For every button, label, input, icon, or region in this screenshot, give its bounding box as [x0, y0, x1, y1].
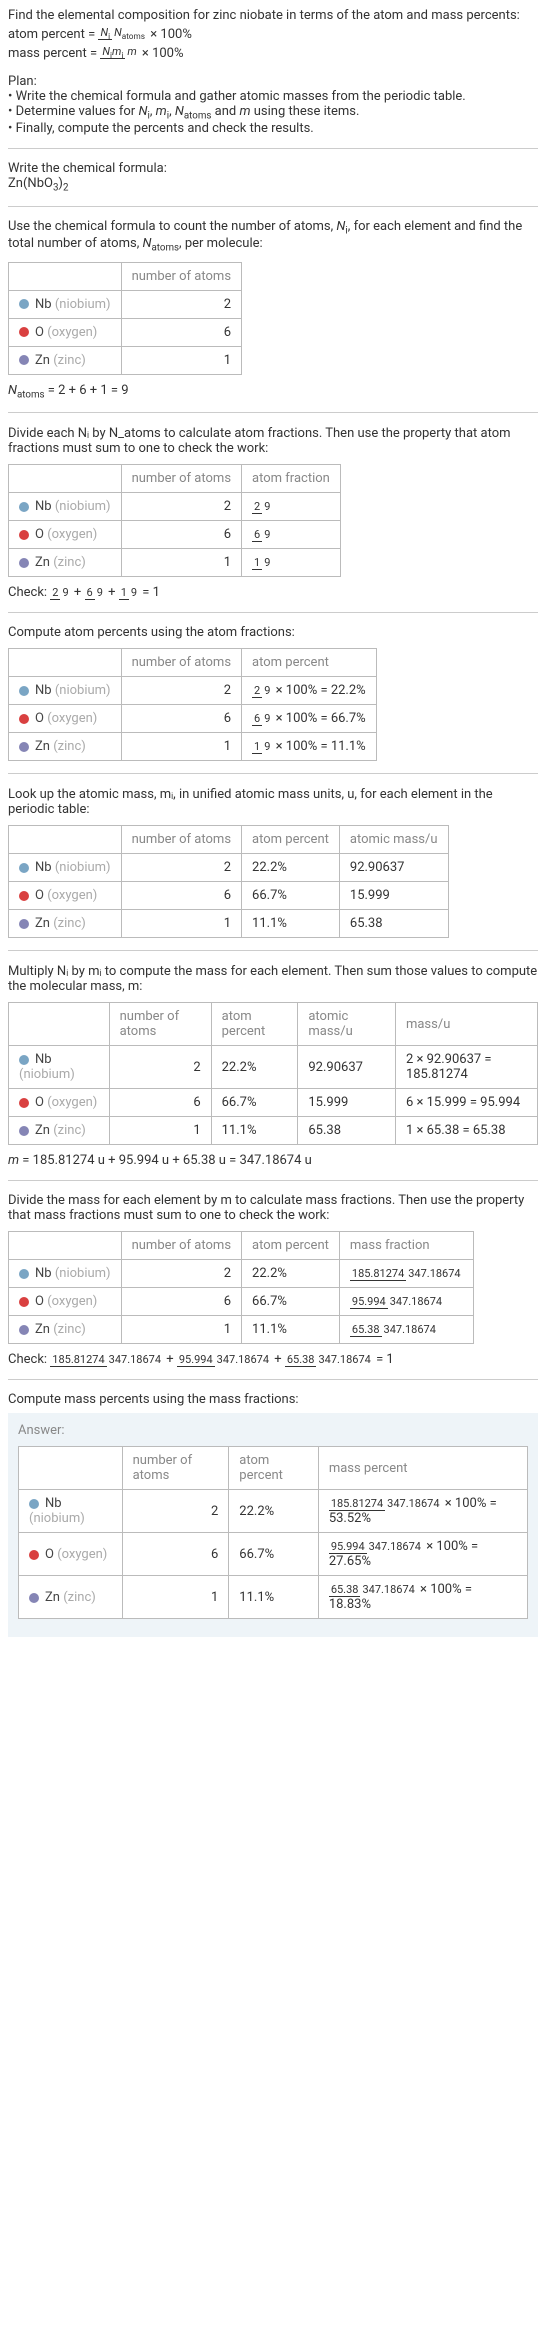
table-row: O (oxygen) 6 69 — [9, 521, 341, 549]
divider — [8, 412, 538, 413]
atom-fraction-check: Check: 29 + 69 + 19 = 1 — [8, 585, 538, 600]
element-dot-icon — [19, 714, 29, 724]
intro-section: Find the elemental composition for zinc … — [8, 8, 538, 62]
header-count: number of atoms — [121, 262, 241, 290]
mass-fraction-table: number of atoms atom percent mass fracti… — [8, 1231, 474, 1344]
intro-text: Find the elemental composition for zinc … — [8, 8, 538, 23]
table-row: O (oxygen) 6 66.7% 15.999 6 × 15.999 = 9… — [9, 1089, 538, 1117]
atom-percent-text: Compute atom percents using the atom fra… — [8, 625, 538, 640]
element-dot-icon — [19, 530, 29, 540]
plan-bullet-3: • Finally, compute the percents and chec… — [8, 121, 538, 136]
divider — [8, 1379, 538, 1380]
answer-box: Answer: number of atoms atom percent mas… — [8, 1413, 538, 1637]
mass-total: m = 185.81274 u + 95.994 u + 65.38 u = 3… — [8, 1153, 538, 1168]
divider — [8, 612, 538, 613]
table-row: Nb (niobium) 2 — [9, 290, 242, 318]
table-row: O (oxygen) 6 66.7% 95.994347.18674 — [9, 1288, 474, 1316]
atomic-mass-text: Look up the atomic mass, mᵢ, in unified … — [8, 786, 538, 817]
element-dot-icon — [19, 355, 29, 365]
table-header-row: number of atoms — [9, 262, 242, 290]
mass-fraction-text: Divide the mass for each element by m to… — [8, 1193, 538, 1223]
table-row: Nb (niobium) 2 22.2% 185.81274347.18674 … — [19, 1490, 528, 1533]
element-dot-icon — [19, 1055, 29, 1065]
table-row: Nb (niobium) 2 29 — [9, 493, 341, 521]
element-dot-icon — [19, 919, 29, 929]
answer-label: Answer: — [18, 1423, 528, 1438]
mass-fraction-check: Check: 185.81274347.18674 + 95.994347.18… — [8, 1352, 538, 1367]
count-section: Use the chemical formula to count the nu… — [8, 219, 538, 401]
mass-percent-formula: mass percent = Nimim × 100% — [8, 46, 538, 61]
formula-heading: Write the chemical formula: — [8, 161, 538, 176]
atom-percent-table: number of atoms atom percent Nb (niobium… — [8, 648, 377, 761]
divider — [8, 1180, 538, 1181]
mass-fraction-section: Divide the mass for each element by m to… — [8, 1193, 538, 1367]
table-row: Zn (zinc) 1 19 — [9, 549, 341, 577]
table-header-row: number of atoms atom percent mass percen… — [19, 1447, 528, 1490]
answer-table: number of atoms atom percent mass percen… — [18, 1446, 528, 1619]
atomic-mass-table: number of atoms atom percent atomic mass… — [8, 825, 449, 938]
mass-calc-section: Multiply Nᵢ by mᵢ to compute the mass fo… — [8, 963, 538, 1168]
table-row: O (oxygen) 6 — [9, 318, 242, 346]
mass-calc-table: number of atoms atom percent atomic mass… — [8, 1002, 538, 1145]
atom-percent-section: Compute atom percents using the atom fra… — [8, 625, 538, 761]
table-row: Nb (niobium) 2 22.2% 92.90637 — [9, 854, 449, 882]
table-row: Nb (niobium) 2 29 × 100% = 22.2% — [9, 677, 377, 705]
plan-heading: Plan: — [8, 74, 538, 89]
table-row: O (oxygen) 6 66.7% 95.994347.18674 × 100… — [19, 1533, 528, 1576]
table-row: Zn (zinc) 1 11.1% 65.38 1 × 65.38 = 65.3… — [9, 1117, 538, 1145]
table-row: Nb (niobium) 2 22.2% 92.90637 2 × 92.906… — [9, 1046, 538, 1089]
element-dot-icon — [29, 1550, 39, 1560]
element-dot-icon — [19, 686, 29, 696]
mass-percent-section: Compute mass percents using the mass fra… — [8, 1392, 538, 1637]
plan-bullet-1: • Write the chemical formula and gather … — [8, 89, 538, 104]
element-dot-icon — [19, 1098, 29, 1108]
atomic-mass-section: Look up the atomic mass, mᵢ, in unified … — [8, 786, 538, 938]
table-row: Nb (niobium) 2 22.2% 185.81274347.18674 — [9, 1260, 474, 1288]
element-dot-icon — [19, 502, 29, 512]
element-dot-icon — [19, 742, 29, 752]
atom-fraction-text: Divide each Nᵢ by N_atoms to calculate a… — [8, 425, 538, 456]
table-header-row: number of atoms atom percent — [9, 649, 377, 677]
plan-bullet-2: • Determine values for Ni, mi, Natoms an… — [8, 104, 538, 122]
count-table: number of atoms Nb (niobium) 2 O (oxygen… — [8, 262, 242, 375]
table-row: Zn (zinc) 1 11.1% 65.38347.18674 — [9, 1316, 474, 1344]
mass-calc-text: Multiply Nᵢ by mᵢ to compute the mass fo… — [8, 963, 538, 994]
element-dot-icon — [19, 1269, 29, 1279]
table-row: Zn (zinc) 1 11.1% 65.38 — [9, 910, 449, 938]
count-total: Natoms = 2 + 6 + 1 = 9 — [8, 383, 538, 401]
chemical-formula: Zn(NbO3)2 — [8, 176, 538, 194]
table-header-row: number of atoms atom percent mass fracti… — [9, 1232, 474, 1260]
table-row: O (oxygen) 6 66.7% 15.999 — [9, 882, 449, 910]
formula-section: Write the chemical formula: Zn(NbO3)2 — [8, 161, 538, 194]
atom-fraction-section: Divide each Nᵢ by N_atoms to calculate a… — [8, 425, 538, 600]
element-dot-icon — [19, 1325, 29, 1335]
element-dot-icon — [29, 1593, 39, 1603]
element-dot-icon — [19, 299, 29, 309]
count-text: Use the chemical formula to count the nu… — [8, 219, 538, 254]
divider — [8, 950, 538, 951]
divider — [8, 206, 538, 207]
element-dot-icon — [19, 891, 29, 901]
atom-fraction-table: number of atoms atom fraction Nb (niobiu… — [8, 464, 341, 577]
table-row: O (oxygen) 6 69 × 100% = 66.7% — [9, 705, 377, 733]
table-row: Zn (zinc) 1 — [9, 346, 242, 374]
element-dot-icon — [19, 558, 29, 568]
mass-percent-text: Compute mass percents using the mass fra… — [8, 1392, 538, 1407]
plan-section: Plan: • Write the chemical formula and g… — [8, 74, 538, 137]
element-dot-icon — [19, 327, 29, 337]
table-header-row: number of atoms atom percent atomic mass… — [9, 1003, 538, 1046]
divider — [8, 148, 538, 149]
element-dot-icon — [19, 1297, 29, 1307]
atom-percent-formula: atom percent = NiNatoms × 100% — [8, 27, 538, 42]
table-row: Zn (zinc) 1 11.1% 65.38347.18674 × 100% … — [19, 1576, 528, 1619]
table-header-row: number of atoms atom fraction — [9, 465, 341, 493]
table-header-row: number of atoms atom percent atomic mass… — [9, 826, 449, 854]
element-dot-icon — [19, 1126, 29, 1136]
element-dot-icon — [19, 863, 29, 873]
element-dot-icon — [29, 1499, 39, 1509]
table-row: Zn (zinc) 1 19 × 100% = 11.1% — [9, 733, 377, 761]
divider — [8, 773, 538, 774]
